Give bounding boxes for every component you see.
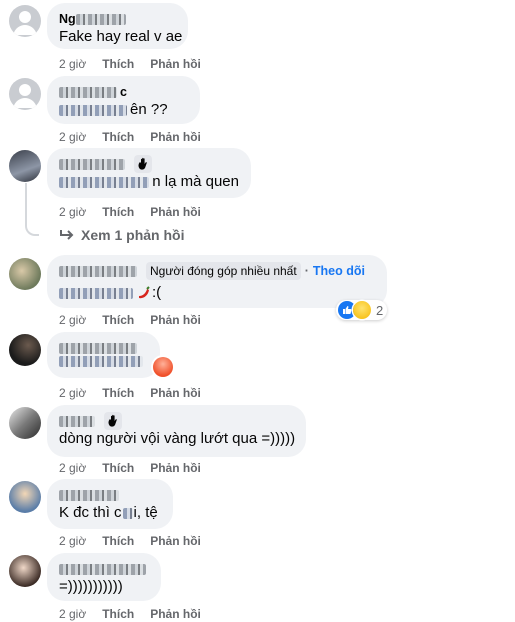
wave-hand-icon [134,155,152,173]
comment-text: Fake hay real v ae [59,28,183,45]
comment-bubble [47,332,160,378]
like-button[interactable]: Thích [102,386,134,400]
comment-actions: 2 giờ Thích Phản hồi [59,386,217,400]
like-button[interactable]: Thích [102,607,134,621]
chili-emoji-icon [139,286,150,299]
reaction-summary[interactable]: 2 [336,300,388,320]
comment-actions: 2 giờ Thích Phản hồi [59,205,217,219]
comment-time[interactable]: 2 giờ [59,130,86,144]
wave-hand-icon [104,412,122,430]
avatar[interactable] [9,334,41,366]
reply-button[interactable]: Phản hồi [150,57,201,71]
angry-reaction-icon[interactable] [153,357,173,377]
comment-text: :( [59,283,375,303]
reply-button[interactable]: Phản hồi [150,534,201,548]
reply-button[interactable]: Phản hồi [150,386,201,400]
avatar[interactable] [9,150,41,182]
avatar[interactable] [9,407,41,439]
comment-bubble: dòng người vội vàng lướt qua =))))) [47,405,306,457]
avatar[interactable] [9,258,41,290]
comment-time[interactable]: 2 giờ [59,57,86,71]
follow-button[interactable]: Theo dõi [313,263,365,279]
comment-text: =))))))))))) [59,578,123,595]
comment-time[interactable]: 2 giờ [59,607,86,621]
comment-author[interactable] [59,487,161,503]
comment-author[interactable] [59,155,239,173]
comment-author[interactable]: Ng [59,11,176,27]
view-replies-label: Xem 1 phản hồi [81,227,185,243]
comment-author[interactable] [59,561,149,577]
like-button[interactable]: Thích [102,313,134,327]
comment-author[interactable]: Người đóng góp nhiều nhất · Theo dõi [59,262,375,280]
like-button[interactable]: Thích [102,57,134,71]
avatar[interactable] [9,5,41,37]
comment-time[interactable]: 2 giờ [59,386,86,400]
reaction-count: 2 [376,302,384,318]
default-avatar-icon [13,11,37,35]
reply-button[interactable]: Phản hồi [150,607,201,621]
avatar[interactable] [9,555,41,587]
comment-text [59,356,148,367]
like-button[interactable]: Thích [102,461,134,475]
avatar[interactable] [9,481,41,513]
comment-actions: 2 giờ Thích Phản hồi [59,607,217,621]
reply-button[interactable]: Phản hồi [150,313,201,327]
comment-text: n lạ mà quen [59,172,239,192]
default-avatar-icon [13,84,37,108]
comment-actions: 2 giờ Thích Phản hồi [59,461,217,475]
like-button[interactable]: Thích [102,130,134,144]
reply-button[interactable]: Phản hồi [150,205,201,219]
comment-actions: 2 giờ Thích Phản hồi [59,534,217,548]
reply-arrow-icon [60,230,74,240]
comment-bubble: =))))))))))) [47,553,161,601]
comment-actions: 2 giờ Thích Phản hồi [59,130,217,144]
top-contributor-badge[interactable]: Người đóng góp nhiều nhất [146,262,301,280]
comment-time[interactable]: 2 giờ [59,313,86,327]
avatar[interactable] [9,78,41,110]
comment-text: K đc thì c i, tệ [59,504,158,521]
comment-author[interactable]: c [59,84,188,100]
like-button[interactable]: Thích [102,534,134,548]
comment-bubble: Người đóng góp nhiều nhất · Theo dõi :( [47,255,387,308]
comment-bubble: c ên ?? [47,76,200,124]
reply-button[interactable]: Phản hồi [150,130,201,144]
reply-button[interactable]: Phản hồi [150,461,201,475]
comment-actions: 2 giờ Thích Phản hồi [59,57,217,71]
comment-time[interactable]: 2 giờ [59,461,86,475]
comment-text: dòng người vội vàng lướt qua =))))) [59,430,296,447]
comment-bubble: Ng Fake hay real v ae [47,3,188,49]
comment-author[interactable] [59,412,294,430]
comment-text: ên ?? [59,100,188,120]
comment-actions: 2 giờ Thích Phản hồi [59,313,217,327]
view-replies-link[interactable]: Xem 1 phản hồi [59,227,184,243]
comment-time[interactable]: 2 giờ [59,534,86,548]
comment-time[interactable]: 2 giờ [59,205,86,219]
comment-bubble: K đc thì c i, tệ [47,479,173,529]
sad-reaction-icon [353,301,371,319]
reply-thread-line [25,183,39,236]
like-button[interactable]: Thích [102,205,134,219]
comment-author[interactable] [59,340,148,356]
comment-bubble: n lạ mà quen [47,148,251,198]
